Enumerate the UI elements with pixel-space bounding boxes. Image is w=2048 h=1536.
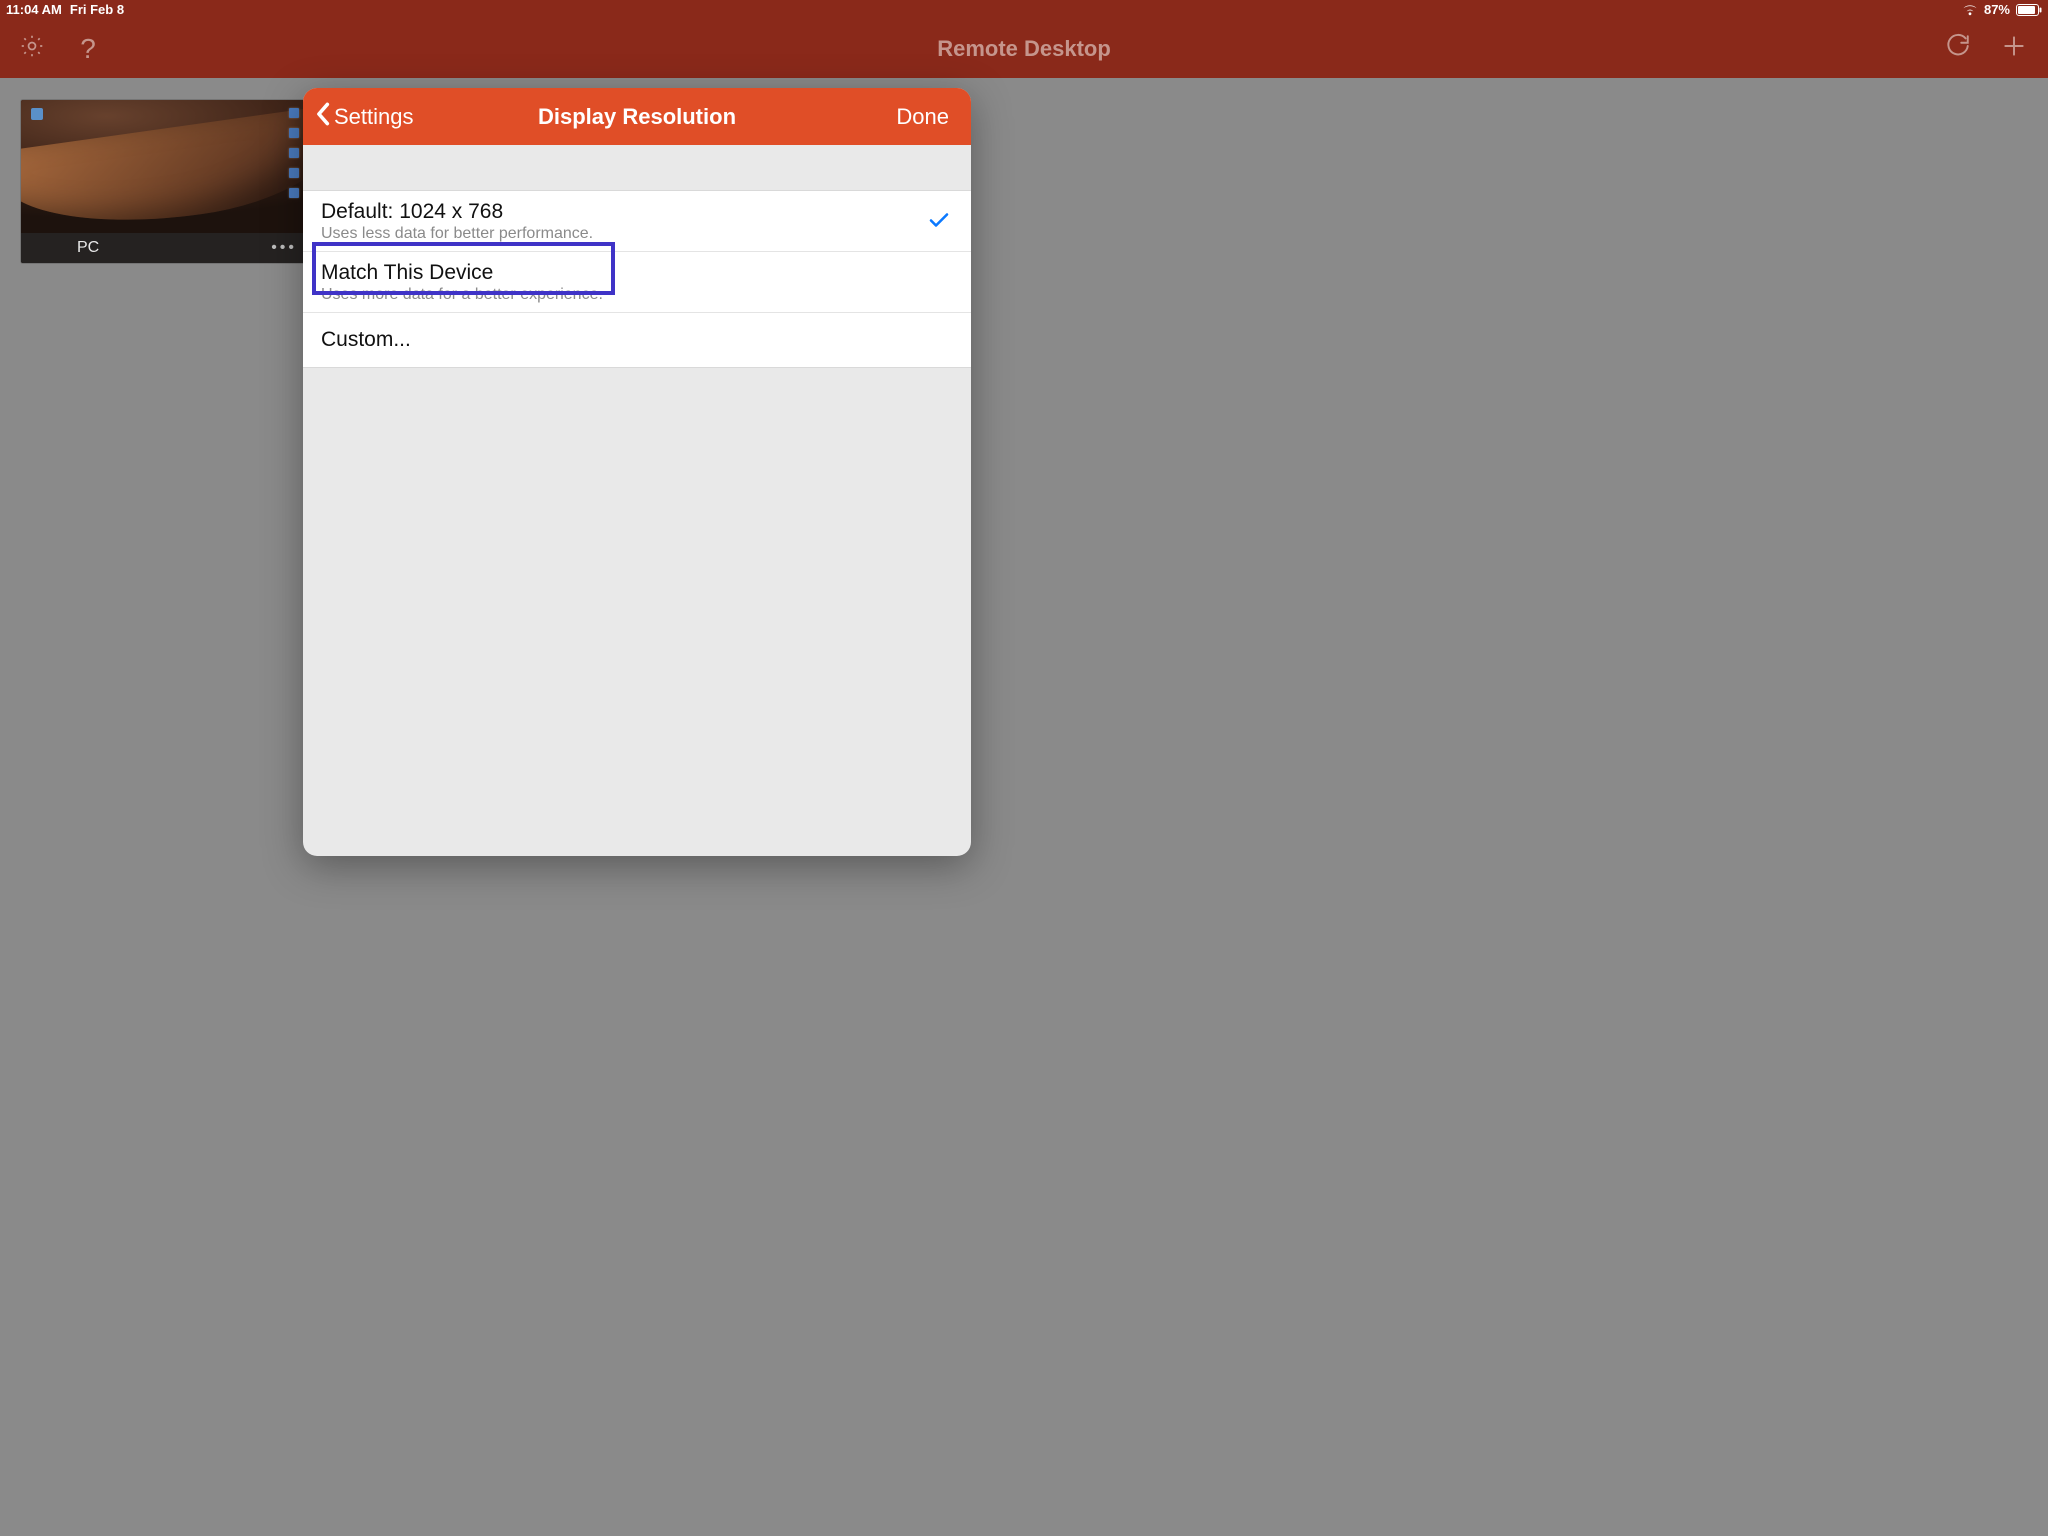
option-title: Default: 1024 x 768: [321, 199, 929, 224]
connection-label: PC: [77, 239, 99, 257]
option-subtitle: Uses less data for better performance.: [321, 225, 929, 243]
option-title: Match This Device: [321, 260, 953, 285]
refresh-button[interactable]: [1944, 35, 1972, 63]
option-custom[interactable]: Custom...: [303, 313, 971, 366]
battery-icon: [2016, 4, 2042, 16]
wifi-icon: [1962, 4, 1978, 16]
checkmark-icon: [929, 208, 949, 234]
help-button[interactable]: ?: [74, 35, 102, 63]
display-resolution-modal: Settings Display Resolution Done Default…: [303, 88, 971, 856]
plus-icon: [2001, 33, 2027, 64]
app-title: Remote Desktop: [0, 36, 2048, 62]
settings-button[interactable]: [18, 35, 46, 63]
status-date: Fri Feb 8: [70, 2, 124, 17]
status-bar: 11:04 AM Fri Feb 8 87%: [0, 0, 2048, 19]
battery-percent: 87%: [1984, 2, 2010, 17]
refresh-icon: [1945, 33, 1971, 64]
option-title: Custom...: [321, 321, 953, 358]
app-header: ? Remote Desktop: [0, 19, 2048, 78]
gear-icon: [19, 33, 45, 64]
back-button[interactable]: Settings: [303, 102, 414, 132]
option-match-device[interactable]: Match This Device Uses more data for a b…: [303, 252, 971, 313]
add-button[interactable]: [2000, 35, 2028, 63]
modal-header: Settings Display Resolution Done: [303, 88, 971, 145]
resolution-options-list: Default: 1024 x 768 Uses less data for b…: [303, 190, 971, 368]
option-subtitle: Uses more data for a better experience.: [321, 286, 953, 304]
done-button[interactable]: Done: [896, 104, 971, 130]
connection-more-icon[interactable]: •••: [271, 239, 297, 257]
connection-card[interactable]: PC •••: [21, 100, 307, 263]
question-icon: ?: [80, 33, 96, 65]
option-default[interactable]: Default: 1024 x 768 Uses less data for b…: [303, 191, 971, 252]
chevron-left-icon: [315, 102, 330, 132]
back-label: Settings: [334, 104, 414, 130]
connection-footer: PC •••: [21, 233, 307, 263]
status-time: 11:04 AM: [6, 2, 62, 17]
